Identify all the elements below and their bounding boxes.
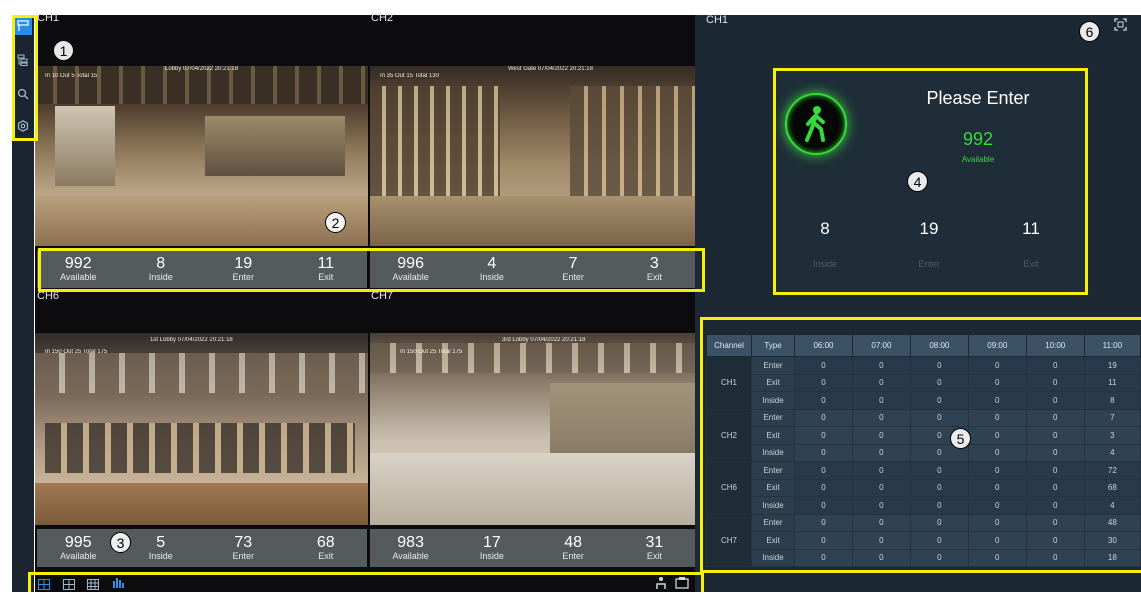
stat-enter: 73 Enter: [202, 529, 285, 567]
stat-value: 73: [234, 534, 253, 551]
camera-osd-timestamp: West Gate 07/04/2022 20:21:18: [508, 66, 593, 72]
camera-osd-count: In 150 Out 25 Total 175: [400, 349, 463, 355]
stat-inside: 5 Inside: [120, 529, 203, 567]
highlight-box-4: [773, 68, 1088, 295]
stat-value: 17: [482, 534, 501, 551]
stat-value: 5: [156, 534, 166, 551]
channel-label: CH1: [37, 12, 60, 24]
annotation-marker: 3: [110, 532, 131, 553]
stat-value: 48: [564, 534, 583, 551]
panel-channel-label: CH1: [706, 14, 729, 26]
stat-label: Inside: [148, 551, 173, 561]
camera-osd-timestamp: Lobby 07/04/2022 20:21:18: [165, 66, 239, 72]
stat-value: 31: [645, 534, 664, 551]
stat-label: Enter: [562, 551, 584, 561]
camera-osd-timestamp: 3rd Lobby 07/04/2022 20:21:18: [502, 337, 586, 343]
stat-exit: 68 Exit: [285, 529, 368, 567]
stat-label: Inside: [479, 551, 504, 561]
stat-exit: 31 Exit: [614, 529, 695, 567]
camera-osd-count: In 150 Out 25 Total 175: [45, 349, 108, 355]
highlight-box-5: [700, 317, 1141, 573]
stat-inside: 17 Inside: [451, 529, 532, 567]
stat-value: 983: [397, 534, 424, 551]
highlight-box-3: [28, 572, 704, 592]
stat-value: 995: [64, 534, 92, 551]
highlight-box-2: [38, 248, 705, 292]
stat-label: Exit: [646, 551, 662, 561]
stats-bar-ch6: 995 Available 5 Inside 73 Enter 68 Exit: [37, 529, 367, 567]
camera-feed-ch1[interactable]: In 10 Out 5 Total 15 Lobby 07/04/2022 20…: [35, 66, 368, 246]
camera-osd-count: In 35 Out 15 Total 130: [380, 73, 439, 79]
camera-feed-ch7[interactable]: In 150 Out 25 Total 175 3rd Lobby 07/04/…: [370, 333, 695, 525]
fullscreen-icon[interactable]: [1114, 18, 1127, 36]
annotation-marker: 5: [950, 428, 971, 449]
camera-osd-timestamp: 1st Lobby 07/04/2022 20:21:18: [150, 337, 233, 343]
stat-label: Available: [392, 551, 429, 561]
annotation-marker: 6: [1079, 21, 1100, 42]
stat-available: 983 Available: [370, 529, 451, 567]
camera-feed-ch6[interactable]: In 150 Out 25 Total 175 1st Lobby 07/04/…: [35, 333, 368, 525]
stat-available: 995 Available: [37, 529, 120, 567]
annotation-marker: 4: [907, 171, 928, 192]
camera-osd-count: In 10 Out 5 Total 15: [45, 73, 98, 79]
stat-label: Available: [60, 551, 97, 561]
stats-bar-ch7: 983 Available 17 Inside 48 Enter 31 Exit: [370, 529, 695, 567]
annotation-marker: 1: [53, 40, 74, 61]
stat-value: 68: [316, 534, 335, 551]
channel-label: CH2: [371, 12, 394, 24]
highlight-box-1: [12, 15, 38, 141]
stat-label: Enter: [232, 551, 254, 561]
stat-label: Exit: [318, 551, 334, 561]
annotation-marker: 2: [325, 212, 346, 233]
camera-feed-ch2[interactable]: In 35 Out 15 Total 130 West Gate 07/04/2…: [370, 66, 695, 246]
stat-enter: 48 Enter: [533, 529, 614, 567]
